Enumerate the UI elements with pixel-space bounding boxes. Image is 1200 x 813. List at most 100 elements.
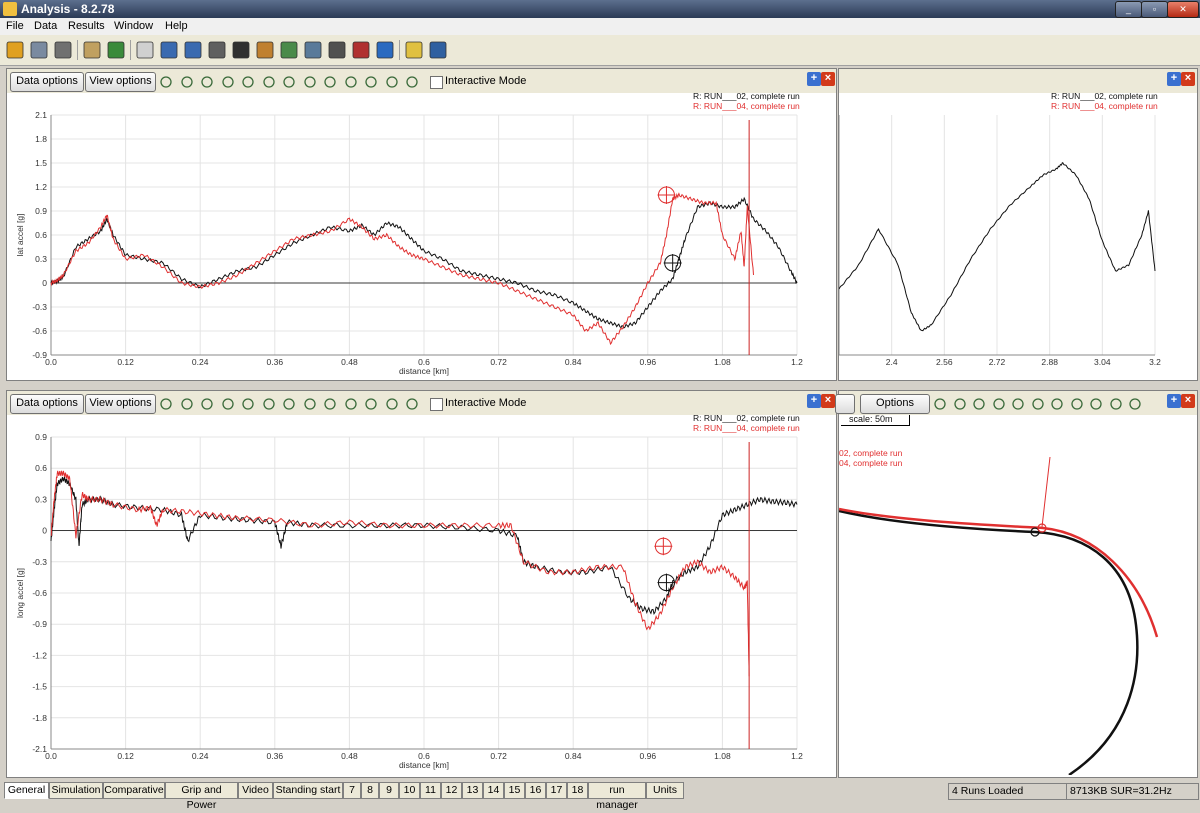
tab-17[interactable]: 17	[546, 782, 567, 799]
zoom-window-icon[interactable]	[159, 75, 174, 90]
x-zoom-out-icon[interactable]	[344, 75, 359, 90]
flag-icon[interactable]	[1070, 397, 1085, 412]
lat-accel-chart[interactable]: 0.0 0.12 0.24 0.36 0.48 0.6 0.72 0.84 0.96 1.08 1.…	[7, 109, 836, 378]
x-zoom-in-icon[interactable]	[323, 397, 338, 412]
tab-general[interactable]: General	[4, 782, 49, 799]
refresh-icon[interactable]	[405, 397, 420, 412]
tab-16[interactable]: 16	[525, 782, 546, 799]
menu-file[interactable]: File	[6, 20, 24, 32]
film-icon[interactable]	[326, 39, 348, 61]
export-icon[interactable]	[105, 39, 127, 61]
tab-grip-and-power[interactable]: Grip and Power	[165, 782, 238, 811]
tab-simulation[interactable]: Simulation	[49, 782, 103, 799]
move-panel-icon[interactable]: +	[1167, 394, 1181, 408]
flag-play-icon[interactable]	[303, 397, 318, 412]
hand-icon[interactable]	[1109, 397, 1124, 412]
math-icon[interactable]	[254, 39, 276, 61]
close-button[interactable]: ✕	[1167, 1, 1199, 18]
tab-10[interactable]: 10	[399, 782, 420, 799]
zoom-in-icon[interactable]	[972, 397, 987, 412]
menu-results[interactable]: Results	[68, 20, 105, 32]
open-folder-icon[interactable]	[4, 39, 26, 61]
rotate-ccw-icon[interactable]	[1031, 397, 1046, 412]
options-button[interactable]: Options	[860, 394, 930, 414]
menu-window[interactable]: Window	[114, 20, 153, 32]
tab-video[interactable]: Video	[238, 782, 273, 799]
zoom-in-icon[interactable]	[200, 397, 215, 412]
tab-units[interactable]: Units	[646, 782, 684, 799]
move-panel-icon[interactable]: +	[807, 394, 821, 408]
tab-standing-start[interactable]: Standing start	[273, 782, 343, 799]
zoom-out-icon[interactable]	[221, 397, 236, 412]
zoom-out-icon[interactable]	[992, 397, 1007, 412]
x-zoom-in-icon[interactable]	[323, 75, 338, 90]
view-options-button[interactable]: View options	[85, 72, 156, 92]
data-options-button[interactable]: Data options	[10, 394, 84, 414]
move-panel-icon[interactable]: +	[807, 72, 821, 86]
tab-15[interactable]: 15	[504, 782, 525, 799]
y-zoom-in-icon[interactable]	[364, 75, 379, 90]
grid-icon[interactable]	[278, 39, 300, 61]
long-accel-chart[interactable]: 0.0 0.12 0.24 0.36 0.48 0.6 0.72 0.84 0.96 1.08 1.…	[7, 431, 836, 775]
tab-18[interactable]: 18	[567, 782, 588, 799]
partial-button[interactable]	[835, 394, 855, 414]
zoom-reset-icon[interactable]	[180, 75, 195, 90]
tab-14[interactable]: 14	[483, 782, 504, 799]
menu-help[interactable]: Help	[165, 20, 188, 32]
cursor-left-icon[interactable]	[1050, 397, 1065, 412]
screen-icon[interactable]	[427, 39, 449, 61]
rotate-cw-icon[interactable]	[1011, 397, 1026, 412]
zoom-window-icon[interactable]	[933, 397, 948, 412]
play-icon[interactable]	[374, 39, 396, 61]
cursor-up-icon[interactable]	[262, 75, 277, 90]
flag-icon[interactable]	[282, 397, 297, 412]
clipboard-icon[interactable]	[81, 39, 103, 61]
cursor-left-icon[interactable]	[241, 75, 256, 90]
pencil-icon[interactable]	[134, 39, 156, 61]
track-map[interactable]	[839, 415, 1197, 775]
link-icon[interactable]	[1128, 397, 1143, 412]
bar-chart-icon[interactable]	[182, 39, 204, 61]
database-icon[interactable]	[28, 39, 50, 61]
tab-7[interactable]: 7	[343, 782, 361, 799]
close-panel-icon[interactable]: ×	[821, 394, 835, 408]
move-panel-icon[interactable]: +	[1167, 72, 1181, 86]
zoom-reset-icon[interactable]	[180, 397, 195, 412]
zoom-window-icon[interactable]	[159, 397, 174, 412]
cursor-left-icon[interactable]	[241, 397, 256, 412]
tab-8[interactable]: 8	[361, 782, 379, 799]
print-icon[interactable]	[52, 39, 74, 61]
refresh-icon[interactable]	[405, 75, 420, 90]
flag-icon[interactable]	[282, 75, 297, 90]
interactive-mode-checkbox[interactable]	[430, 76, 443, 89]
tab-12[interactable]: 12	[441, 782, 462, 799]
tab-13[interactable]: 13	[462, 782, 483, 799]
help-icon[interactable]	[403, 39, 425, 61]
chart-line-icon[interactable]	[158, 39, 180, 61]
close-panel-icon[interactable]: ×	[821, 72, 835, 86]
data-options-button[interactable]: Data options	[10, 72, 84, 92]
checkered-flag-icon[interactable]	[230, 39, 252, 61]
tab-comparative[interactable]: Comparative	[103, 782, 165, 799]
flag-play-icon[interactable]	[1089, 397, 1104, 412]
zoom-out-icon[interactable]	[221, 75, 236, 90]
top-right-chart[interactable]: 2.4 2.56 2.72 2.88 3.04 3.2	[839, 109, 1197, 378]
close-panel-icon[interactable]: ×	[1181, 72, 1195, 86]
cursor-up-icon[interactable]	[262, 397, 277, 412]
tab-9[interactable]: 9	[379, 782, 399, 799]
flag-play-icon[interactable]	[303, 75, 318, 90]
y-zoom-out-icon[interactable]	[385, 397, 400, 412]
tab-11[interactable]: 11	[420, 782, 441, 799]
view-options-button[interactable]: View options	[85, 394, 156, 414]
menu-data[interactable]: Data	[34, 20, 57, 32]
minimize-button[interactable]: _	[1115, 1, 1142, 18]
zoom-in-icon[interactable]	[200, 75, 215, 90]
close-panel-icon[interactable]: ×	[1181, 394, 1195, 408]
interactive-mode-checkbox[interactable]	[430, 398, 443, 411]
tab-run-manager[interactable]: run manager	[588, 782, 646, 811]
stopwatch-icon[interactable]	[206, 39, 228, 61]
y-zoom-out-icon[interactable]	[385, 75, 400, 90]
maximize-button[interactable]: ▫	[1141, 1, 1168, 18]
x-zoom-out-icon[interactable]	[344, 397, 359, 412]
edit-icon[interactable]	[953, 397, 968, 412]
